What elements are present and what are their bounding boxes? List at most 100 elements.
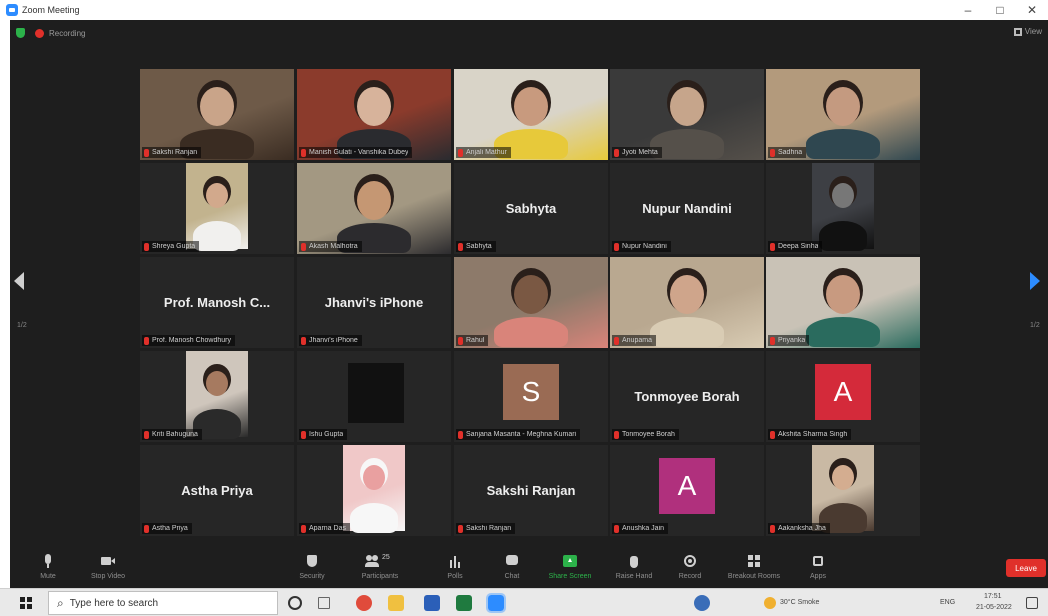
- participant-tile[interactable]: Jhanvi's iPhone Jhanvi's iPhone: [297, 257, 451, 348]
- participant-tile[interactable]: Deepa Sinha: [766, 163, 920, 254]
- participant-display-name: Jhanvi's iPhone: [324, 295, 424, 310]
- video-camera-icon: [101, 554, 115, 568]
- muted-microphone-icon: [144, 148, 149, 157]
- maximize-button[interactable]: □: [984, 0, 1016, 20]
- participant-tile[interactable]: Tonmoyee Borah Tonmoyee Borah: [610, 351, 764, 442]
- next-page-arrow-icon[interactable]: [1030, 272, 1040, 290]
- participant-name: Shreya Gupta: [152, 243, 196, 250]
- muted-microphone-icon: [458, 336, 463, 345]
- polls-button[interactable]: Polls: [425, 552, 485, 586]
- participant-tile[interactable]: S Sanjana Masanta - Meghna Kumari: [454, 351, 608, 442]
- participant-name-label: Priyanka: [768, 335, 810, 346]
- participant-tile[interactable]: Ishu Gupta: [297, 351, 451, 442]
- participant-name-label: Akash Malhotra: [299, 241, 362, 252]
- word-icon[interactable]: [424, 595, 440, 611]
- clock-time[interactable]: 17:51: [984, 593, 1002, 600]
- apps-button[interactable]: Apps: [788, 552, 848, 586]
- shield-icon[interactable]: [16, 28, 25, 38]
- mute-button[interactable]: Mute: [18, 552, 78, 586]
- close-button[interactable]: ✕: [1016, 0, 1048, 20]
- search-icon: ⌕: [57, 595, 64, 610]
- taskbar-search-box[interactable]: ⌕ Type here to search: [48, 591, 278, 615]
- chrome-icon[interactable]: [356, 595, 372, 611]
- zoom-taskbar-icon[interactable]: [486, 593, 506, 613]
- participant-tile[interactable]: Aparna Das: [297, 445, 451, 536]
- excel-icon[interactable]: [456, 595, 472, 611]
- participant-tile[interactable]: Sadhna: [766, 69, 920, 160]
- participant-name: Jyoti Mehta: [622, 149, 658, 156]
- participant-tile[interactable]: Rahul: [454, 257, 608, 348]
- search-placeholder: Type here to search: [69, 597, 159, 609]
- cortana-icon[interactable]: [288, 596, 302, 610]
- participants-button[interactable]: 25 Participants: [350, 552, 410, 586]
- muted-microphone-icon: [458, 524, 463, 533]
- breakout-rooms-button[interactable]: Breakout Rooms: [724, 552, 784, 586]
- participant-name: Nupur Nandini: [622, 243, 667, 250]
- raise-hand-label: Raise Hand: [615, 573, 653, 580]
- clock-date[interactable]: 21-05-2022: [976, 604, 1012, 611]
- stop-video-button[interactable]: Stop Video: [78, 552, 138, 586]
- participant-video: [812, 163, 874, 251]
- participant-name-label: Manish Gulati - Vanshika Dubey: [299, 147, 413, 158]
- security-label: Security: [299, 573, 325, 580]
- share-screen-button[interactable]: Share Screen: [540, 552, 600, 586]
- network-globe-icon[interactable]: [694, 595, 710, 611]
- stop-video-label: Stop Video: [90, 573, 126, 580]
- muted-microphone-icon: [458, 242, 463, 251]
- participant-tile[interactable]: A Akshita Sharma Singh: [766, 351, 920, 442]
- participant-name-label: Anushka Jain: [612, 523, 669, 534]
- participant-tile[interactable]: Nupur Nandini Nupur Nandini: [610, 163, 764, 254]
- participant-tile[interactable]: Anupama: [610, 257, 764, 348]
- participant-name-label: Astha Priya: [142, 523, 192, 534]
- participant-tile[interactable]: Anjali Mathur: [454, 69, 608, 160]
- breakout-rooms-label: Breakout Rooms: [727, 573, 781, 580]
- mute-label: Mute: [40, 573, 56, 580]
- view-button[interactable]: View: [1013, 27, 1042, 36]
- participant-name-label: Akshita Sharma Singh: [768, 429, 852, 440]
- participant-video: [343, 445, 405, 533]
- participant-tile[interactable]: Manish Gulati - Vanshika Dubey: [297, 69, 451, 160]
- file-explorer-icon[interactable]: [388, 595, 404, 611]
- muted-microphone-icon: [144, 430, 149, 439]
- muted-microphone-icon: [770, 430, 775, 439]
- chat-button[interactable]: Chat: [482, 552, 542, 586]
- participant-name: Priyanka: [778, 337, 806, 344]
- window-controls: – □ ✕: [952, 0, 1048, 20]
- weather-text[interactable]: 30°C Smoke: [780, 599, 819, 606]
- participant-tile[interactable]: Jyoti Mehta: [610, 69, 764, 160]
- windows-start-icon[interactable]: [20, 597, 32, 609]
- record-button[interactable]: Record: [660, 552, 720, 586]
- participant-tile[interactable]: A Anushka Jain: [610, 445, 764, 536]
- participant-name: Prof. Manosh Chowdhury: [152, 337, 231, 344]
- raise-hand-button[interactable]: Raise Hand: [604, 552, 664, 586]
- participant-name-label: Sabhyta: [456, 241, 496, 252]
- participant-tile[interactable]: Sakshi Ranjan: [140, 69, 294, 160]
- participant-tile[interactable]: Shreya Gupta: [140, 163, 294, 254]
- participant-name-label: Sakshi Ranjan: [142, 147, 202, 158]
- participant-avatar: A: [659, 458, 715, 514]
- muted-microphone-icon: [614, 336, 619, 345]
- participants-icon: 25: [365, 554, 395, 568]
- participant-name: Akshita Sharma Singh: [778, 431, 848, 438]
- participant-name: Anjali Mathur: [466, 149, 507, 156]
- participant-name: Manish Gulati - Vanshika Dubey: [309, 149, 409, 156]
- participant-tile[interactable]: Aakanksha Jha: [766, 445, 920, 536]
- task-view-icon[interactable]: [318, 597, 330, 609]
- participant-tile[interactable]: Sakshi Ranjan Sakshi Ranjan: [454, 445, 608, 536]
- participant-video: [186, 163, 248, 251]
- participant-tile[interactable]: Akash Malhotra: [297, 163, 451, 254]
- participant-tile[interactable]: Priyanka: [766, 257, 920, 348]
- language-indicator[interactable]: ENG: [940, 599, 955, 606]
- notifications-icon[interactable]: [1026, 597, 1038, 609]
- participant-tile[interactable]: Sabhyta Sabhyta: [454, 163, 608, 254]
- leave-button[interactable]: Leave: [1006, 559, 1046, 577]
- participant-tile[interactable]: Astha Priya Astha Priya: [140, 445, 294, 536]
- participant-tile[interactable]: Prof. Manosh C... Prof. Manosh Chowdhury: [140, 257, 294, 348]
- security-button[interactable]: Security: [282, 552, 342, 586]
- participant-name: Deepa Sinha: [778, 243, 819, 250]
- chat-label: Chat: [504, 573, 520, 580]
- muted-microphone-icon: [458, 148, 463, 157]
- previous-page-arrow-icon[interactable]: [14, 272, 24, 290]
- minimize-button[interactable]: –: [952, 0, 984, 20]
- participant-tile[interactable]: Kriti Bahuguna: [140, 351, 294, 442]
